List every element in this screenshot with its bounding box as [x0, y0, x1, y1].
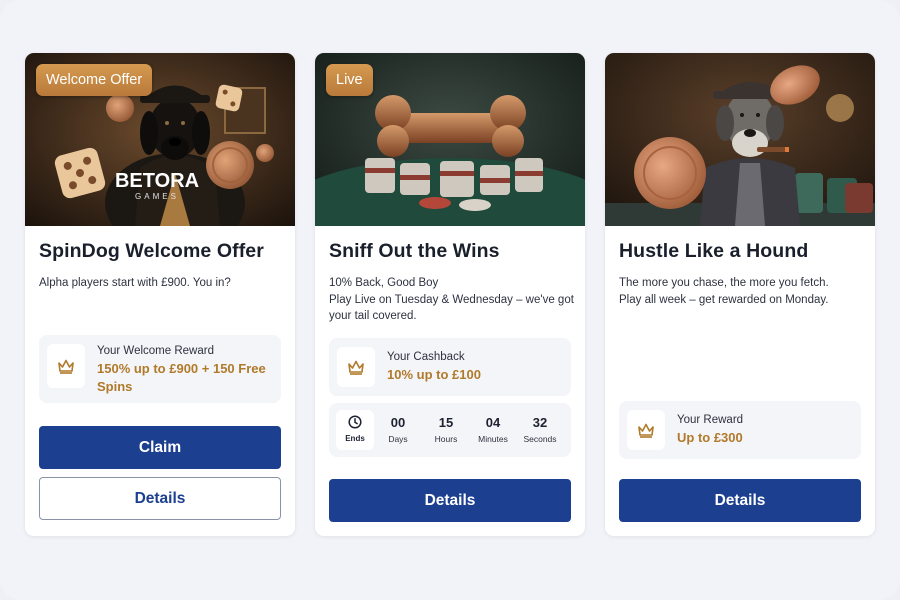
countdown-ends: Ends: [336, 410, 374, 450]
promo-title: Sniff Out the Wins: [329, 240, 500, 262]
countdown-value: 32: [532, 415, 548, 430]
details-button[interactable]: Details: [39, 477, 281, 520]
reward-label: Your Reward: [677, 414, 744, 426]
countdown-value: 04: [485, 415, 501, 430]
countdown-seconds: 32 Seconds: [517, 415, 563, 444]
promo-title: Hustle Like a Hound: [619, 240, 809, 262]
promo-description-line: Play all week – get rewarded on Monday.: [619, 293, 829, 306]
promo-card-weekly-reward: Hustle Like a Hound The more you chase, …: [605, 53, 875, 536]
promo-description-line: The more you chase, the more you fetch.: [619, 277, 829, 289]
claim-button[interactable]: Claim: [39, 426, 281, 469]
countdown-days: 00 Days: [375, 415, 421, 444]
promo-badge: Live: [326, 64, 373, 96]
details-button[interactable]: Details: [329, 479, 571, 522]
reward-value: 10% up to £100: [387, 367, 481, 382]
promo-description-line: Alpha players start with £900. You in?: [39, 277, 231, 289]
clock-icon: [348, 415, 362, 429]
countdown-unit: Minutes: [478, 434, 508, 444]
promo-description-line: 10% Back, Good Boy: [329, 277, 439, 289]
promo-description-line: Play Live on Tuesday & Wednesday – we've…: [329, 293, 574, 323]
promo-badge: Welcome Offer: [36, 64, 153, 96]
reward-box: Your Reward Up to £300: [619, 401, 861, 459]
page-background: BETORA GAMES Welcome Offer SpinDog Welco…: [0, 0, 900, 600]
countdown-value: 00: [390, 415, 406, 430]
reward-label: Your Welcome Reward: [97, 345, 214, 357]
promo-description: The more you chase, the more you fetch. …: [619, 275, 864, 308]
promo-card-welcome-offer: BETORA GAMES Welcome Offer SpinDog Welco…: [25, 53, 295, 536]
countdown-minutes: 04 Minutes: [470, 415, 516, 444]
countdown-unit: Days: [388, 434, 408, 444]
reward-value: 150% up to £900 + 150 Free Spins: [97, 361, 266, 394]
countdown-ends-label: Ends: [345, 434, 365, 443]
countdown-hours: 15 Hours: [423, 415, 469, 444]
promo-description: 10% Back, Good Boy Play Live on Tuesday …: [329, 275, 574, 325]
reward-box: Your Cashback 10% up to £100: [329, 338, 571, 396]
crown-icon: [627, 410, 665, 450]
hero-logo-text: BETORA: [115, 170, 199, 192]
promo-hero-image: [605, 53, 875, 226]
reward-box: Your Welcome Reward 150% up to £900 + 15…: [39, 335, 281, 403]
countdown-value: 15: [438, 415, 454, 430]
reward-value: Up to £300: [677, 430, 743, 445]
details-button[interactable]: Details: [619, 479, 861, 522]
hero-logo-subtext: GAMES: [135, 192, 179, 201]
countdown-unit: Hours: [434, 434, 458, 444]
promo-title: SpinDog Welcome Offer: [39, 240, 264, 262]
crown-icon: [337, 347, 375, 387]
reward-label: Your Cashback: [387, 351, 465, 363]
countdown-unit: Seconds: [523, 434, 557, 444]
promo-card-live-cashback: Live Sniff Out the Wins 10% Back, Good B…: [315, 53, 585, 536]
crown-icon: [47, 344, 85, 388]
countdown-timer: Ends 00 Days 15 Hours 04 Minutes 32 Seco…: [329, 403, 571, 457]
promo-description: Alpha players start with £900. You in?: [39, 275, 284, 292]
